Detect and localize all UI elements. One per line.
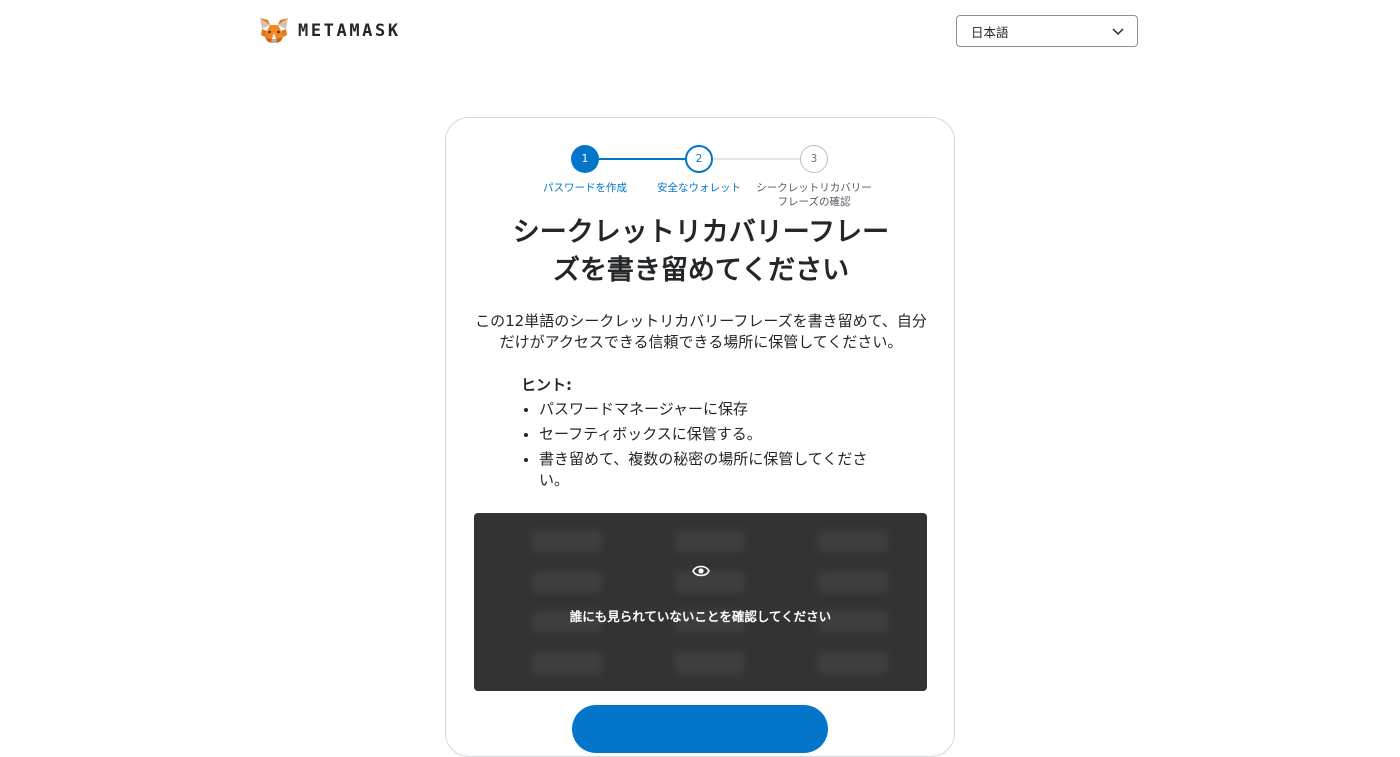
- step-1-label: パスワードを作成: [543, 182, 627, 194]
- header: METAMASK 日本語: [0, 0, 1400, 64]
- eye-icon: [691, 565, 710, 577]
- tips-title: ヒント:: [521, 376, 572, 394]
- reveal-warning-text: 誰にも見られていないことを確認してください: [569, 609, 832, 624]
- tip-item: 書き留めて、複数の秘密の場所に保管してください。: [521, 449, 881, 491]
- tips-section: ヒント: パスワードマネージャーに保存 セーフティボックスに保管する。 書き留め…: [521, 374, 881, 495]
- blurred-word: [486, 643, 629, 684]
- tips-list: パスワードマネージャーに保存 セーフティボックスに保管する。 書き留めて、複数の…: [521, 399, 881, 491]
- step-connector-1: [586, 158, 700, 160]
- step-2-indicator: 2: [685, 145, 713, 173]
- blurred-word: [486, 521, 629, 562]
- language-select[interactable]: 日本語: [956, 15, 1138, 47]
- metamask-logo[interactable]: METAMASK: [259, 16, 401, 46]
- reveal-phrase-button[interactable]: [572, 705, 828, 753]
- fox-icon: [260, 18, 288, 43]
- onboarding-card: 1 2 3 パスワードを作成 安全なウォレット シークレットリカバリーフレーズの…: [445, 117, 955, 757]
- blurred-word: [772, 643, 915, 684]
- page-description: この12単語のシークレットリカバリーフレーズを書き留めて、自分だけがアクセスでき…: [475, 312, 927, 351]
- brand-name: METAMASK: [298, 21, 401, 41]
- step-3-label: シークレットリカバリーフレーズの確認: [756, 182, 872, 208]
- progress-stepper: 1 2 3 パスワードを作成 安全なウォレット シークレットリカバリーフレーズの…: [446, 145, 956, 215]
- step-connector-2: [700, 158, 814, 160]
- tip-item: パスワードマネージャーに保存: [521, 399, 881, 420]
- step-1-indicator: 1: [571, 145, 599, 173]
- blurred-word: [772, 521, 915, 562]
- recovery-phrase-reveal[interactable]: 誰にも見られていないことを確認してください: [474, 513, 927, 691]
- chevron-down-icon: [1112, 28, 1124, 36]
- step-2-label: 安全なウォレット: [657, 182, 741, 194]
- blurred-word: [629, 521, 772, 562]
- language-selected: 日本語: [971, 24, 1009, 40]
- page-title: シークレットリカバリーフレーズを書き留めてください: [512, 217, 890, 286]
- reveal-overlay[interactable]: 誰にも見られていないことを確認してください: [474, 563, 927, 625]
- tip-item: セーフティボックスに保管する。: [521, 424, 881, 445]
- blurred-word: [629, 643, 772, 684]
- step-3-indicator: 3: [800, 145, 828, 173]
